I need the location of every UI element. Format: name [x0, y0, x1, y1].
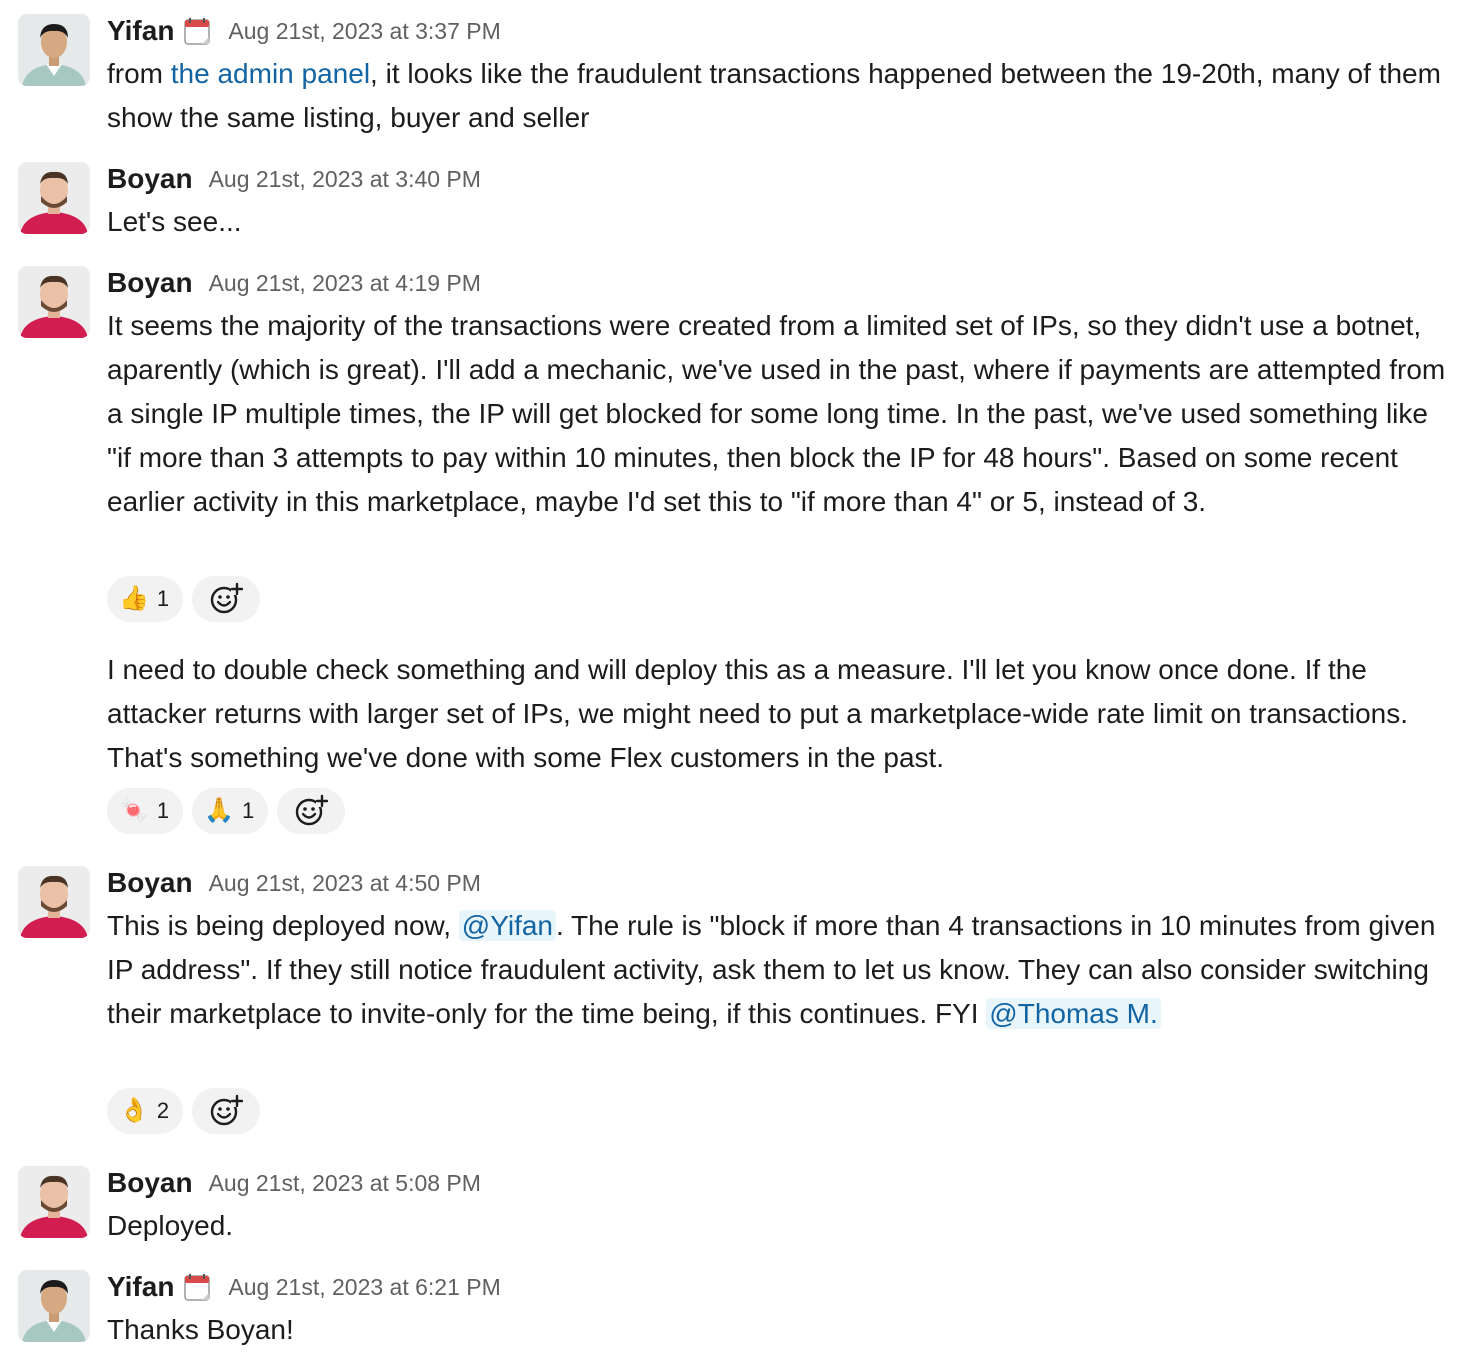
- yifan-avatar-image: [18, 1270, 90, 1342]
- reaction-thumbs-up[interactable]: 👍 1: [107, 576, 184, 622]
- reaction-bar: 👍 1: [107, 576, 261, 622]
- message-text: Thanks Boyan!: [107, 1314, 294, 1345]
- reaction-bar: 🍬 1 🙏 1: [107, 788, 346, 834]
- add-reaction-button[interactable]: [192, 576, 261, 622]
- message-text-part: from: [107, 58, 171, 89]
- avatar-boyan[interactable]: [18, 162, 90, 234]
- avatar-boyan[interactable]: [18, 866, 90, 938]
- timestamp[interactable]: Aug 21st, 2023 at 4:50 PM: [209, 870, 481, 897]
- reaction-count: 1: [156, 798, 170, 823]
- message-text: Let's see...: [107, 206, 242, 237]
- add-reaction-button[interactable]: [277, 788, 346, 834]
- timestamp[interactable]: Aug 21st, 2023 at 3:37 PM: [228, 18, 500, 45]
- reaction-candy[interactable]: 🍬 1: [107, 788, 184, 834]
- calendar-status-icon: [182, 16, 212, 46]
- calendar-status-icon: [182, 1272, 212, 1302]
- yifan-avatar-image: [18, 14, 90, 86]
- thumbs-up-icon: 👍: [119, 585, 149, 612]
- mention-yifan[interactable]: @Yifan: [458, 910, 556, 941]
- author-name[interactable]: Boyan: [107, 867, 193, 899]
- message-text: from the admin panel, it looks like the …: [107, 52, 1452, 140]
- author-name[interactable]: Yifan: [107, 1271, 174, 1303]
- reaction-ok-hand[interactable]: 👌 2: [107, 1088, 184, 1134]
- author-name[interactable]: Yifan: [107, 15, 174, 47]
- boyan-avatar-image: [18, 866, 90, 938]
- reaction-count: 1: [156, 586, 170, 611]
- avatar-yifan[interactable]: [18, 1270, 90, 1342]
- avatar-boyan[interactable]: [18, 266, 90, 338]
- reaction-count: 2: [156, 1098, 170, 1123]
- reaction-count: 1: [242, 798, 255, 823]
- add-emoji-icon: [210, 582, 244, 614]
- timestamp[interactable]: Aug 21st, 2023 at 6:21 PM: [228, 1274, 500, 1301]
- author-name[interactable]: Boyan: [107, 267, 193, 299]
- message-text-followup: I need to double check something and wil…: [107, 654, 1416, 773]
- message-text: Deployed.: [107, 1210, 234, 1241]
- timestamp[interactable]: Aug 21st, 2023 at 3:40 PM: [209, 166, 481, 193]
- add-emoji-icon: [210, 1094, 244, 1126]
- boyan-avatar-image: [18, 162, 90, 234]
- message-text: It seems the majority of the transaction…: [107, 310, 1454, 517]
- add-emoji-icon: [296, 794, 329, 826]
- message-text: This is being deployed now, @Yifan. The …: [107, 904, 1452, 1036]
- mention-thomas[interactable]: @Thomas M.: [986, 998, 1161, 1029]
- message-text-part: This is being deployed now,: [107, 910, 459, 941]
- timestamp[interactable]: Aug 21st, 2023 at 5:08 PM: [209, 1170, 481, 1197]
- avatar-yifan[interactable]: [18, 14, 90, 86]
- reaction-folded-hands[interactable]: 🙏 1: [192, 788, 269, 834]
- boyan-avatar-image: [18, 1166, 90, 1238]
- add-reaction-button[interactable]: [192, 1088, 261, 1134]
- reaction-bar: 👌 2: [107, 1088, 261, 1134]
- admin-panel-link[interactable]: the admin panel: [171, 58, 370, 89]
- avatar-boyan[interactable]: [18, 1166, 90, 1238]
- folded-hands-icon: 🙏: [204, 797, 235, 824]
- author-name[interactable]: Boyan: [107, 1167, 193, 1199]
- candy-icon: 🍬: [119, 797, 149, 824]
- author-name[interactable]: Boyan: [107, 163, 193, 195]
- timestamp[interactable]: Aug 21st, 2023 at 4:19 PM: [209, 270, 481, 297]
- ok-hand-icon: 👌: [119, 1097, 149, 1124]
- boyan-avatar-image: [18, 266, 90, 338]
